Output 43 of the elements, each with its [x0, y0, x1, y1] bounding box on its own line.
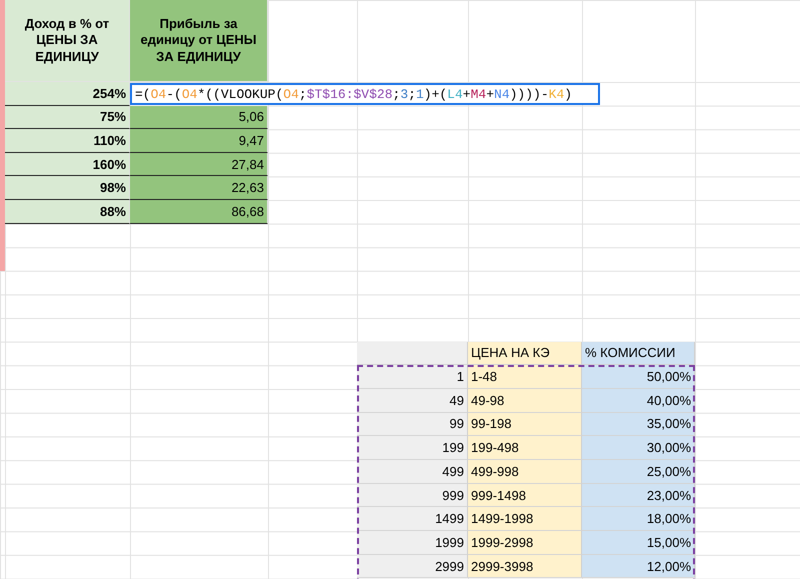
table-cell: 499	[357, 460, 468, 484]
table-cell: 199	[357, 436, 468, 460]
table-cell: 25,00%	[582, 460, 695, 484]
column-header: Доход в % от ЦЕНЫ ЗА ЕДИНИЦУ	[5, 0, 130, 82]
table-cell: 160%	[5, 152, 130, 176]
table-cell: 22,63	[130, 176, 268, 200]
table-cell: 2999-3998	[468, 554, 582, 578]
table-cell: 27,84	[130, 152, 268, 176]
table-cell: 1	[357, 365, 468, 389]
table-cell: 40,00%	[582, 388, 695, 413]
column-header: % КОМИССИИ	[582, 342, 695, 366]
table-cell: 18,00%	[582, 507, 695, 532]
table-cell: 99	[357, 412, 468, 436]
table-cell: 2999	[357, 554, 468, 578]
table-cell: 88%	[5, 200, 130, 224]
formula-editor[interactable]: =(O4-(O4*((VLOOKUP(O4;$T$16:$V$28;3;1)+(L4+M4+N4))))-K4)	[130, 83, 600, 105]
table-cell: 254%	[5, 82, 130, 106]
table-cell: 1-48	[468, 365, 582, 389]
table-cell: 23,00%	[582, 484, 695, 508]
table-cell: 110%	[5, 129, 130, 153]
table-cell: 75%	[5, 106, 130, 130]
table-cell: 1999	[357, 531, 468, 555]
table-cell: 5,06	[130, 106, 268, 130]
table-cell: 499-998	[468, 460, 582, 484]
table-cell: 86,68	[130, 200, 268, 224]
table-cell: 35,00%	[582, 412, 695, 436]
table-cell: 999-1498	[468, 484, 582, 508]
table-cell: 49-98	[468, 388, 582, 413]
table-cell: 12,00%	[582, 554, 695, 578]
table-cell: 49	[357, 388, 468, 413]
column-header: ЦЕНА НА КЭ	[468, 342, 582, 366]
table-cell: 99-198	[468, 412, 582, 436]
table-cell: 9,47	[130, 129, 268, 153]
table-cell: 98%	[5, 176, 130, 200]
table-cell: 1499-1998	[468, 507, 582, 532]
table-cell: 30,00%	[582, 436, 695, 460]
table-cell: 1499	[357, 507, 468, 532]
table-cell: 1999-2998	[468, 531, 582, 555]
column-header: Прибыль за единицу от ЦЕНЫ ЗА ЕДИНИЦУ	[130, 0, 268, 82]
table-cell: 50,00%	[582, 365, 695, 389]
table-cell: 199-498	[468, 436, 582, 460]
table-cell: 999	[357, 484, 468, 508]
table-cell: 15,00%	[582, 531, 695, 555]
